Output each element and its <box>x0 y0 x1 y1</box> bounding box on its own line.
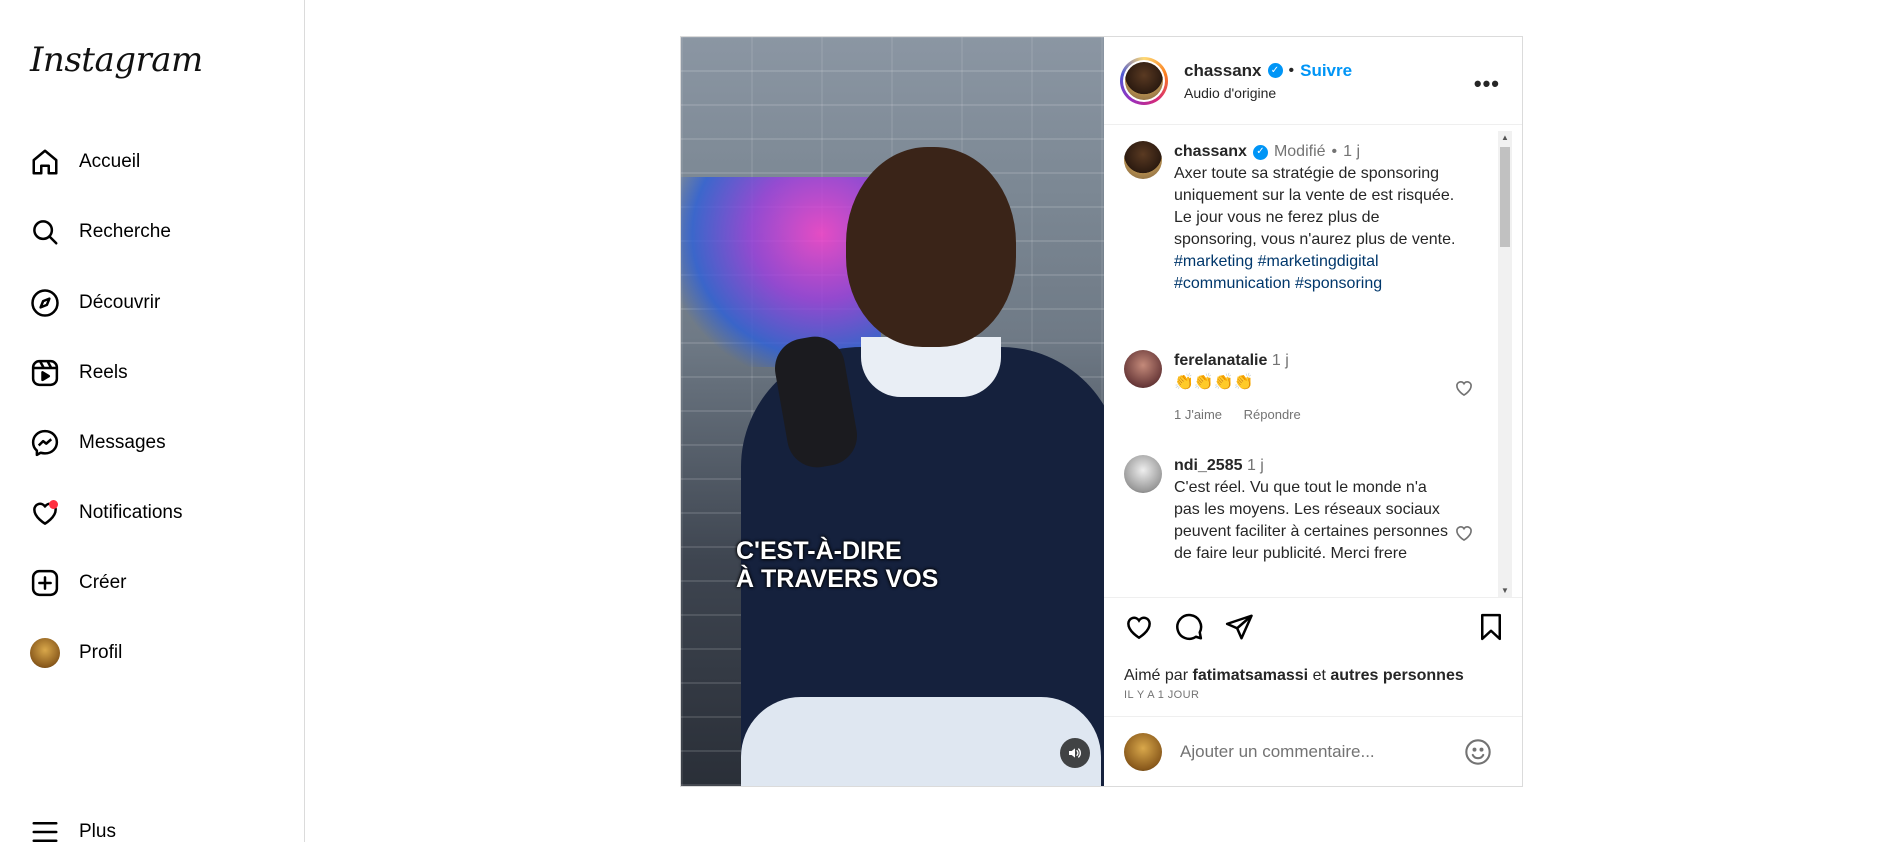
audio-toggle-button[interactable] <box>1060 738 1090 768</box>
sidebar-item-home[interactable]: Accueil <box>28 142 140 182</box>
commenter-avatar[interactable] <box>1124 350 1162 388</box>
instagram-logo[interactable]: Instagram <box>30 40 203 80</box>
video-person-pants <box>741 697 1101 786</box>
video-subtitle: C'EST-À-DIRE À TRAVERS VOS <box>736 537 938 593</box>
liked-by-prefix: Aimé par <box>1124 667 1189 684</box>
emoji-icon[interactable] <box>1464 738 1492 766</box>
story-ring[interactable] <box>1120 56 1168 105</box>
bookmark-icon[interactable] <box>1476 612 1506 642</box>
scrollbar-thumb[interactable] <box>1500 147 1510 247</box>
liked-by-and: et <box>1312 667 1326 684</box>
separator: • <box>1331 143 1338 160</box>
comment-like-heart-icon[interactable] <box>1454 523 1474 543</box>
messenger-icon <box>28 426 62 460</box>
comment-body: ferelanatalie 1 j 👏👏👏👏 1 J'aime Répondre <box>1174 350 1464 426</box>
lion-avatar-icon <box>30 638 60 668</box>
heart-icon <box>28 496 62 530</box>
sidebar-item-create[interactable]: Créer <box>28 563 127 603</box>
post-author-info: chassanx ✓ • Suivre Audio d'origine <box>1184 61 1352 101</box>
sidebar: Instagram Accueil Recherche Découvrir Re… <box>0 0 305 842</box>
comment-text: 👏👏👏👏 <box>1174 374 1254 391</box>
reel-video[interactable]: C'EST-À-DIRE À TRAVERS VOS <box>681 37 1104 786</box>
compass-icon <box>28 286 62 320</box>
liked-by-others[interactable]: autres personnes <box>1330 667 1463 684</box>
add-comment-bar <box>1104 716 1522 786</box>
sidebar-item-label: Créer <box>79 572 127 593</box>
comment-time[interactable]: 1 j <box>1272 352 1289 369</box>
sidebar-item-label: Accueil <box>79 151 141 172</box>
speaker-icon <box>1069 748 1081 758</box>
post-actions <box>1104 597 1522 667</box>
comments-scrollbar[interactable]: ▲ ▼ <box>1498 131 1512 597</box>
sidebar-item-label: Découvrir <box>79 292 161 313</box>
like-heart-icon[interactable] <box>1124 612 1154 642</box>
notification-dot <box>49 500 58 509</box>
sidebar-item-profile[interactable]: Profil <box>28 633 122 673</box>
author-username[interactable]: chassanx <box>1184 61 1262 81</box>
follow-button[interactable]: Suivre <box>1300 61 1352 81</box>
hashtags[interactable]: #marketing #marketingdigital <box>1174 251 1464 273</box>
video-subtitle-line: C'EST-À-DIRE <box>736 537 902 565</box>
comment-bubble-icon[interactable] <box>1174 612 1204 642</box>
commenter-avatar[interactable] <box>1124 455 1162 493</box>
home-icon <box>28 145 62 179</box>
sidebar-item-label: Reels <box>79 362 128 383</box>
scroll-up-arrow-icon[interactable]: ▲ <box>1501 133 1509 142</box>
commenter-username[interactable]: ferelanatalie <box>1174 352 1267 369</box>
sidebar-item-label: Messages <box>79 432 166 453</box>
profile-avatar <box>28 636 62 670</box>
author-avatar[interactable] <box>1124 141 1162 179</box>
commenter-username[interactable]: ndi_2585 <box>1174 457 1242 474</box>
comment-like-heart-icon[interactable] <box>1454 378 1474 398</box>
post-modal: C'EST-À-DIRE À TRAVERS VOS chassanx ✓ • … <box>680 36 1523 787</box>
caption-text: chassanx ✓ Modifié • 1 j Axer toute sa s… <box>1174 141 1464 295</box>
post-caption: chassanx ✓ Modifié • 1 j Axer toute sa s… <box>1124 141 1464 295</box>
reels-icon <box>28 356 62 390</box>
verified-badge-icon: ✓ <box>1252 144 1268 160</box>
liked-by-user[interactable]: fatimatsamassi <box>1192 667 1308 684</box>
share-plane-icon[interactable] <box>1224 612 1254 642</box>
sidebar-item-reels[interactable]: Reels <box>28 353 128 393</box>
scroll-down-arrow-icon[interactable]: ▼ <box>1501 586 1509 595</box>
comment-text: C'est réel. Vu que tout le monde n'a pas… <box>1174 479 1448 562</box>
comment-time[interactable]: 1 j <box>1247 457 1264 474</box>
edited-label: Modifié <box>1273 143 1326 160</box>
caption-username[interactable]: chassanx <box>1174 141 1247 163</box>
comment-input[interactable] <box>1178 740 1452 763</box>
sidebar-item-explore[interactable]: Découvrir <box>28 283 160 323</box>
search-icon <box>28 215 62 249</box>
comments-section[interactable]: chassanx ✓ Modifié • 1 j Axer toute sa s… <box>1104 125 1522 597</box>
current-user-avatar <box>1124 732 1162 771</box>
comment-item: ferelanatalie 1 j 👏👏👏👏 1 J'aime Répondre <box>1124 350 1472 426</box>
sidebar-item-search[interactable]: Recherche <box>28 212 171 252</box>
author-avatar <box>1125 61 1163 100</box>
plus-square-icon <box>28 566 62 600</box>
comment-body: ndi_2585 1 j C'est réel. Vu que tout le … <box>1174 455 1454 565</box>
liked-by: Aimé par fatimatsamassi et autres person… <box>1104 667 1522 685</box>
post-timestamp[interactable]: IL Y A 1 JOUR <box>1104 689 1522 701</box>
sidebar-item-label: Notifications <box>79 502 183 523</box>
sidebar-item-label: Profil <box>79 642 123 663</box>
video-person-head <box>846 147 1016 347</box>
sidebar-item-notifications[interactable]: Notifications <box>28 493 183 533</box>
audio-label[interactable]: Audio d'origine <box>1184 85 1352 101</box>
caption-time[interactable]: 1 j <box>1343 141 1360 163</box>
more-options-icon[interactable]: ••• <box>1474 71 1500 97</box>
post-details-pane: chassanx ✓ • Suivre Audio d'origine ••• … <box>1104 37 1522 786</box>
separator: • <box>1288 61 1295 79</box>
comment-item: ndi_2585 1 j C'est réel. Vu que tout le … <box>1124 455 1472 565</box>
sidebar-item-label: Plus <box>79 821 116 842</box>
sidebar-item-label: Recherche <box>79 221 171 242</box>
sidebar-item-messages[interactable]: Messages <box>28 423 166 463</box>
comment-likes-count[interactable]: 1 J'aime <box>1174 407 1222 422</box>
hashtags[interactable]: #communication #sponsoring <box>1174 273 1464 295</box>
reply-button[interactable]: Répondre <box>1244 407 1301 422</box>
menu-icon <box>28 815 62 849</box>
sidebar-item-more[interactable]: Plus <box>28 812 116 852</box>
verified-badge-icon: ✓ <box>1267 63 1283 78</box>
video-subtitle-line: À TRAVERS VOS <box>736 565 939 593</box>
post-header: chassanx ✓ • Suivre Audio d'origine ••• <box>1104 37 1522 125</box>
caption-body: Axer toute sa stratégie de sponsoring un… <box>1174 165 1456 248</box>
